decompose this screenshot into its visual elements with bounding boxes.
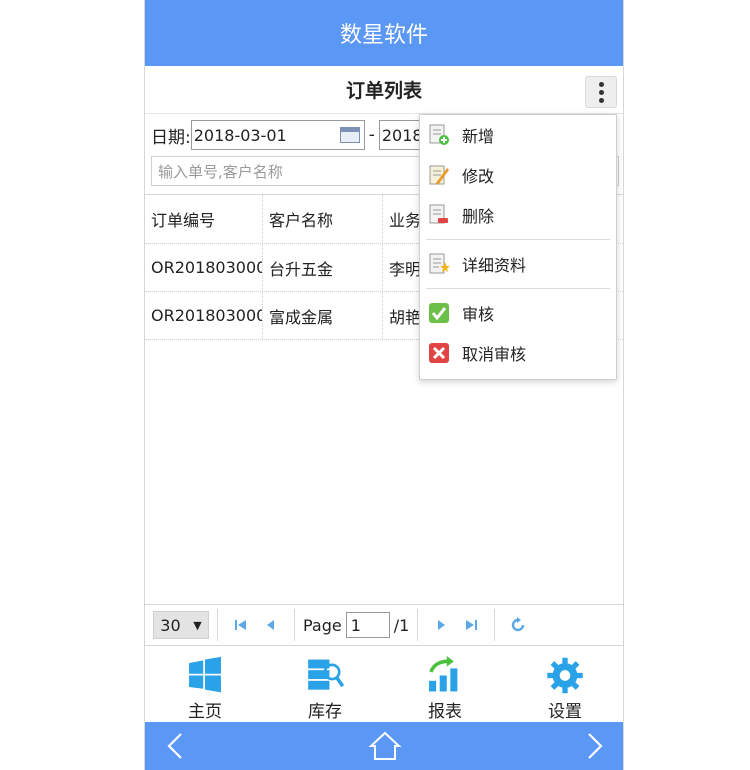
page-title: 订单列表 [345, 80, 422, 102]
column-header-order-no[interactable]: 订单编号 [145, 195, 263, 243]
kebab-dot [598, 81, 604, 87]
prev-page-icon[interactable] [260, 614, 282, 636]
first-page-icon[interactable] [230, 614, 252, 636]
date-from-value: 2018-03-01 [193, 125, 287, 145]
menu-divider [426, 288, 610, 289]
menu-label-delete: 删除 [462, 207, 495, 226]
divider [294, 609, 295, 641]
menu-item-delete[interactable]: 删除 [420, 195, 616, 235]
context-menu: 新增 修改 删除 详细资料 审核 取消审核 [419, 114, 617, 380]
calendar-icon[interactable] [339, 127, 360, 143]
menu-item-cancel-approve[interactable]: 取消审核 [420, 333, 616, 373]
divider [417, 609, 419, 641]
nav-label-inventory: 库存 [308, 702, 342, 722]
pagination-bar: 30 ▼ Page 1 /1 [145, 604, 623, 646]
details-icon [429, 253, 450, 274]
menu-item-approve[interactable]: 审核 [420, 293, 616, 333]
menu-label-details: 详细资料 [462, 256, 527, 275]
menu-divider [426, 239, 610, 240]
column-header-customer[interactable]: 客户名称 [263, 195, 383, 243]
refresh-icon[interactable] [507, 614, 529, 636]
app-window: 数星软件 订单列表 日期: 2018-03-01 - 2018 输入单号,客户名… [144, 0, 624, 770]
date-filter: 日期: 2018-03-01 - 2018 [151, 120, 439, 150]
nav-item-settings[interactable]: 设置 [505, 650, 623, 722]
back-icon[interactable] [145, 731, 205, 761]
page-total: /1 [393, 615, 410, 635]
bottom-nav: 主页 库存 报表 设置 [145, 650, 623, 722]
page-label: Page [303, 615, 342, 635]
date-label: 日期: [151, 127, 191, 148]
doc-add-icon [429, 124, 449, 145]
menu-label-edit: 修改 [462, 167, 495, 186]
kebab-dot [598, 89, 604, 95]
cell-customer: 台升五金 [263, 244, 383, 291]
page-size-select[interactable]: 30 ▼ [153, 611, 209, 639]
system-nav-bar [145, 722, 623, 770]
forward-icon[interactable] [565, 731, 623, 761]
cell-order-no: OR2018030001 [145, 292, 263, 339]
nav-label-reports: 报表 [428, 702, 462, 722]
kebab-dot [598, 97, 604, 103]
divider [217, 609, 218, 641]
cancel-x-icon [429, 343, 449, 363]
doc-delete-icon [429, 204, 448, 224]
app-titlebar: 数星软件 [145, 0, 623, 66]
inventory-search-icon [308, 659, 345, 690]
page-size-value: 30 [160, 615, 181, 635]
last-page-icon[interactable] [460, 614, 482, 636]
home-icon[interactable] [355, 731, 415, 761]
cell-order-no: OR2018030002 [145, 244, 263, 291]
page-header: 订单列表 [145, 66, 623, 114]
nav-label-settings: 设置 [548, 702, 582, 722]
dropdown-arrow-icon: ▼ [193, 618, 202, 632]
nav-item-inventory[interactable]: 库存 [265, 650, 385, 722]
cell-customer: 富成金属 [263, 292, 383, 339]
search-placeholder: 输入单号,客户名称 [158, 162, 283, 181]
app-title: 数星软件 [339, 23, 428, 48]
nav-item-home[interactable]: 主页 [145, 650, 265, 722]
page-number-input[interactable]: 1 [345, 612, 390, 638]
menu-label-cancel-approve: 取消审核 [462, 345, 527, 364]
report-chart-icon [429, 656, 458, 692]
divider [494, 609, 496, 641]
menu-item-add[interactable]: 新增 [420, 115, 616, 155]
date-separator: - [368, 125, 375, 145]
page-number-value: 1 [350, 615, 361, 635]
menu-item-edit[interactable]: 修改 [420, 155, 616, 195]
next-page-icon[interactable] [430, 614, 452, 636]
nav-label-home: 主页 [188, 702, 222, 722]
more-menu-button[interactable] [585, 76, 617, 108]
menu-label-add: 新增 [462, 127, 495, 146]
menu-item-details[interactable]: 详细资料 [420, 244, 616, 284]
nav-item-reports[interactable]: 报表 [385, 650, 505, 722]
menu-label-approve: 审核 [462, 305, 495, 324]
date-to-value: 2018 [381, 125, 423, 145]
gear-icon [547, 657, 583, 694]
edit-icon [429, 165, 449, 185]
windows-home-icon [189, 656, 221, 693]
date-from-input[interactable]: 2018-03-01 [190, 120, 365, 150]
approve-check-icon [429, 303, 449, 323]
